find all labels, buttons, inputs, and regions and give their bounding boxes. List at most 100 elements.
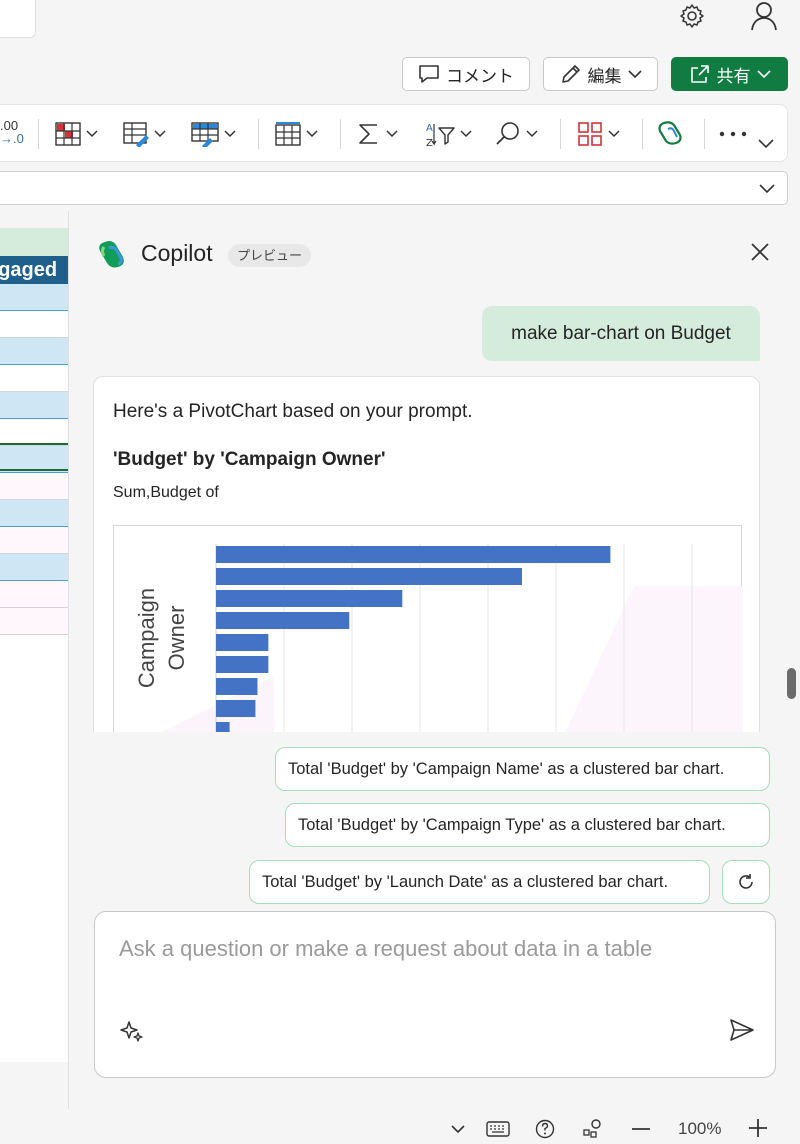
sort-filter-icon: AZ [426, 123, 455, 148]
table-row[interactable] [0, 365, 68, 392]
chevron-down-icon [224, 130, 236, 138]
chart-bar[interactable] [216, 612, 350, 629]
chevron-down-icon [627, 69, 642, 78]
table-row[interactable] [0, 338, 68, 365]
comment-button[interactable]: コメント [402, 57, 530, 91]
chart-bar[interactable] [216, 546, 611, 563]
y-axis-label-line: Owner [164, 606, 189, 671]
chevron-down-icon [756, 69, 771, 78]
sparkle-prompt-guide-icon[interactable] [119, 1018, 145, 1044]
chart-bar[interactable] [216, 568, 522, 585]
sigma-icon [359, 124, 377, 144]
copilot-icon [658, 121, 682, 145]
search-icon [496, 122, 519, 145]
table-row[interactable] [0, 500, 68, 527]
keyboard-icon[interactable] [486, 1120, 510, 1138]
suggestion-campaign-name[interactable]: Total 'Budget' by 'Campaign Name' as a c… [275, 747, 770, 791]
chevron-down-icon [608, 130, 620, 138]
chevron-down-icon [460, 130, 472, 138]
chart-bar[interactable] [216, 722, 230, 732]
prompt-input-placeholder[interactable]: Ask a question or make a request about d… [119, 936, 652, 962]
chevron-down-icon [154, 130, 166, 138]
y-axis-label-line: Campaign [134, 588, 159, 688]
insert-cells-button[interactable] [274, 117, 318, 151]
chevron-down-icon [386, 130, 398, 138]
svg-text:Z: Z [426, 138, 433, 148]
cell-styles-button[interactable] [190, 117, 236, 151]
chart-title: 'Budget' by 'Campaign Owner' [113, 449, 386, 470]
refresh-suggestions-button[interactable] [722, 860, 770, 904]
format-as-table-button[interactable] [122, 117, 166, 151]
chevron-down-icon [86, 130, 98, 138]
bar-chart-svg: Campaign Owner [134, 544, 743, 732]
table-row[interactable] [0, 581, 68, 608]
scrollbar-thumb[interactable] [787, 668, 796, 699]
chart-bar[interactable] [216, 590, 403, 607]
decimal-label-bottom: →.0 [0, 131, 24, 146]
send-icon[interactable] [728, 1016, 756, 1044]
chart-bar[interactable] [216, 634, 269, 651]
ribbon-toolbar: .00 →.0 AZ [0, 104, 788, 162]
edit-mode-button[interactable]: 編集 [543, 57, 658, 91]
grid-header-band [0, 228, 68, 256]
copilot-prompt-box[interactable]: Ask a question or make a request about d… [94, 911, 776, 1078]
zoom-level[interactable]: 100% [678, 1119, 721, 1139]
close-icon[interactable] [749, 241, 771, 263]
find-select-button[interactable] [494, 117, 538, 151]
comment-icon [419, 65, 439, 83]
column-header-engaged[interactable]: ngaged [0, 256, 68, 284]
add-ins-grid-icon [578, 122, 602, 146]
workbook-tab-fragment[interactable] [0, 0, 36, 38]
zoom-in-icon[interactable] [749, 1119, 767, 1137]
chevron-down-icon[interactable] [451, 1125, 465, 1134]
chart-decor-shade [565, 586, 743, 732]
zoom-out-icon[interactable] [632, 1128, 650, 1130]
svg-text:A: A [426, 123, 433, 134]
table-row[interactable] [0, 527, 68, 554]
table-row[interactable] [0, 554, 68, 581]
ribbon-separator [258, 119, 259, 149]
help-icon[interactable] [535, 1119, 555, 1139]
decrease-decimal-button[interactable]: .00 →.0 [0, 119, 24, 145]
more-options-button[interactable] [718, 117, 748, 151]
chart-bar[interactable] [216, 656, 269, 673]
table-row[interactable] [0, 473, 68, 500]
conditional-format-icon [55, 122, 81, 146]
grid-selection-border [0, 469, 68, 471]
share-icon [690, 65, 709, 83]
sort-filter-button[interactable]: AZ [424, 117, 472, 151]
refresh-icon [739, 874, 753, 889]
table-row[interactable] [0, 284, 68, 311]
grid-selection-border [0, 443, 68, 445]
feedback-icon[interactable] [582, 1118, 606, 1140]
suggestion-campaign-type[interactable]: Total 'Budget' by 'Campaign Type' as a c… [285, 803, 770, 847]
copilot-logo-icon [99, 241, 124, 268]
add-ins-button[interactable] [576, 117, 620, 151]
chart-subtitle: Sum,Budget of [113, 484, 219, 501]
account-person-icon[interactable] [748, 0, 780, 32]
pencil-icon [561, 65, 580, 83]
chevron-down-icon[interactable] [759, 184, 775, 194]
table-row[interactable] [0, 419, 68, 446]
pivot-chart-preview[interactable]: Campaign Owner [113, 525, 743, 732]
table-row[interactable] [0, 608, 68, 635]
ribbon-separator [38, 119, 39, 149]
suggestion-launch-date[interactable]: Total 'Budget' by 'Launch Date' as a clu… [249, 860, 710, 904]
ribbon-separator [340, 119, 341, 149]
user-message-bubble: make bar-chart on Budget [482, 306, 760, 361]
settings-gear-icon[interactable] [678, 2, 706, 30]
edit-label: 編集 [587, 66, 622, 86]
format-table-icon [123, 122, 149, 147]
table-row[interactable] [0, 311, 68, 338]
chart-bar[interactable] [216, 700, 256, 717]
share-button[interactable]: 共有 [671, 57, 788, 91]
formula-bar[interactable] [0, 171, 788, 205]
chart-y-axis-label: Campaign Owner [134, 588, 189, 688]
copilot-ribbon-button[interactable] [656, 117, 688, 151]
chart-bar[interactable] [216, 678, 258, 695]
conditional-format-button[interactable] [54, 117, 98, 151]
table-row[interactable] [0, 392, 68, 419]
ribbon-expand-chevron-icon[interactable] [758, 139, 774, 149]
autosum-button[interactable] [356, 117, 398, 151]
chevron-down-icon [526, 130, 538, 138]
